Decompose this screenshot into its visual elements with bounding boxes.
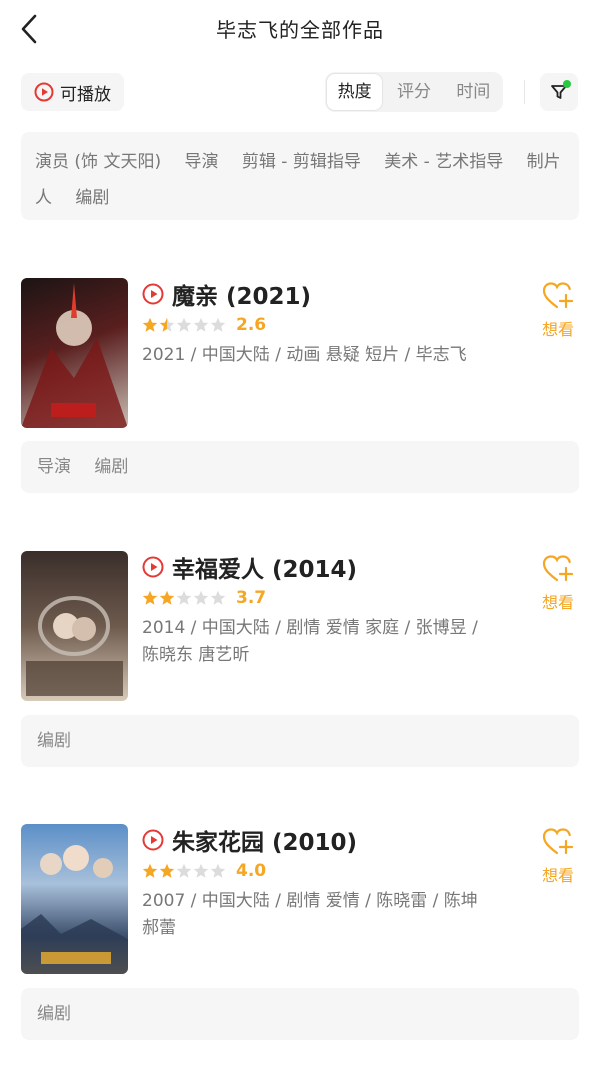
tab-time[interactable]: 时间 (446, 74, 501, 110)
filter-active-dot (563, 80, 571, 88)
star-empty-icon (176, 863, 192, 878)
rating: 2.6 (142, 314, 482, 336)
star-rating (142, 863, 226, 879)
role-tag: 导演 (37, 457, 71, 477)
rating: 4.0 (142, 860, 482, 882)
work-meta: 2014 / 中国大陆 / 剧情 爱情 家庭 / 张博昱 / 陈晓东 唐艺昕 (142, 618, 478, 665)
star-full-icon (159, 590, 175, 605)
playable-filter-button[interactable]: 可播放 (21, 73, 124, 111)
poster-art (21, 845, 128, 974)
heart-plus-icon (542, 828, 574, 855)
star-empty-icon (193, 590, 209, 605)
star-empty-icon (193, 317, 209, 332)
score: 4.0 (236, 861, 267, 881)
star-full-icon (142, 317, 158, 332)
star-empty-icon (210, 863, 226, 878)
score: 3.7 (236, 588, 267, 608)
star-empty-icon (210, 317, 226, 332)
want-to-watch-button[interactable]: 想看 (538, 280, 578, 340)
play-circle-icon (142, 829, 164, 851)
work-roles: 编剧 (21, 715, 579, 767)
want-label: 想看 (541, 593, 574, 612)
tab-rating[interactable]: 评分 (386, 74, 441, 110)
toolbar-divider (524, 80, 525, 104)
role-tag[interactable]: 演员 (饰 文天阳) (35, 152, 161, 172)
heart-plus-icon (542, 282, 574, 309)
role-tag[interactable]: 编剧 (75, 188, 109, 208)
work-roles: 导演 编剧 (21, 441, 579, 493)
star-empty-icon (193, 863, 209, 878)
poster-art (26, 596, 123, 696)
playable-filter-label: 可播放 (60, 84, 111, 105)
play-circle-icon (34, 82, 54, 102)
header: 毕志飞的全部作品 (0, 0, 600, 60)
role-tag[interactable]: 导演 (184, 152, 218, 172)
poster-art (21, 283, 128, 428)
poster-image[interactable] (21, 824, 128, 974)
score: 2.6 (236, 315, 267, 335)
want-label: 想看 (541, 320, 574, 339)
star-half-icon (159, 317, 175, 332)
want-label: 想看 (541, 866, 574, 885)
role-tag: 编剧 (94, 457, 129, 477)
work-meta: 2007 / 中国大陆 / 剧情 爱情 / 陈晓雷 / 陈坤 郝蕾 (142, 891, 478, 938)
rating: 3.7 (142, 587, 482, 609)
star-full-icon (142, 590, 158, 605)
filter-button[interactable] (540, 73, 578, 111)
role-tag[interactable]: 美术 - 艺术指导 (384, 152, 503, 172)
play-circle-icon (142, 283, 164, 305)
page-title: 毕志飞的全部作品 (216, 18, 384, 42)
poster-image[interactable] (21, 551, 128, 701)
tab-popularity[interactable]: 热度 (327, 74, 383, 110)
star-empty-icon (176, 317, 192, 332)
sort-tabs: 热度 评分 时间 (325, 72, 503, 112)
work-title[interactable]: 朱家花园 (2010) (172, 823, 357, 857)
work-title[interactable]: 魔亲 (2021) (172, 277, 311, 311)
role-tag: 编剧 (37, 1004, 71, 1024)
role-tag: 编剧 (37, 731, 71, 751)
work-title[interactable]: 幸福爱人 (2014) (172, 550, 357, 584)
heart-plus-icon (542, 555, 574, 582)
star-empty-icon (210, 590, 226, 605)
star-full-icon (159, 863, 175, 878)
play-circle-icon (142, 556, 164, 578)
poster-image[interactable] (21, 278, 128, 428)
role-tag[interactable]: 剪辑 - 剪辑指导 (242, 152, 361, 172)
work-meta: 2021 / 中国大陆 / 动画 悬疑 短片 / 毕志飞 (142, 345, 467, 365)
want-to-watch-button[interactable]: 想看 (538, 826, 578, 886)
star-rating (142, 317, 226, 333)
star-rating (142, 590, 226, 606)
star-empty-icon (176, 590, 192, 605)
want-to-watch-button[interactable]: 想看 (538, 553, 578, 613)
roles-summary: 演员 (饰 文天阳) 导演 剪辑 - 剪辑指导 美术 - 艺术指导 制片人 编剧 (21, 132, 579, 220)
star-full-icon (142, 863, 158, 878)
work-roles: 编剧 (21, 988, 579, 1040)
